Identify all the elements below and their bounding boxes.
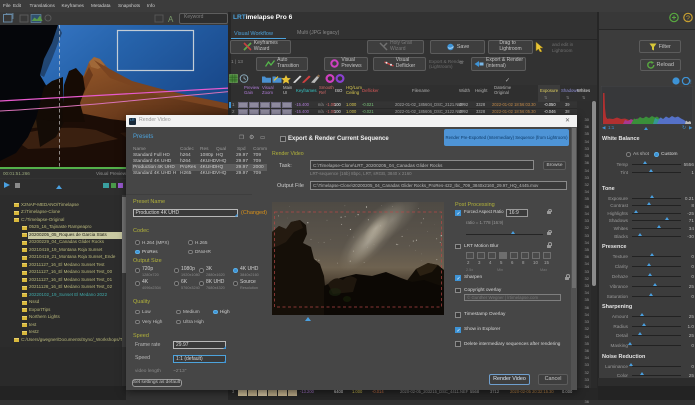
svg-text:!: ! [690, 80, 692, 85]
svg-text:?: ? [686, 15, 690, 22]
svg-text:A: A [168, 15, 174, 24]
